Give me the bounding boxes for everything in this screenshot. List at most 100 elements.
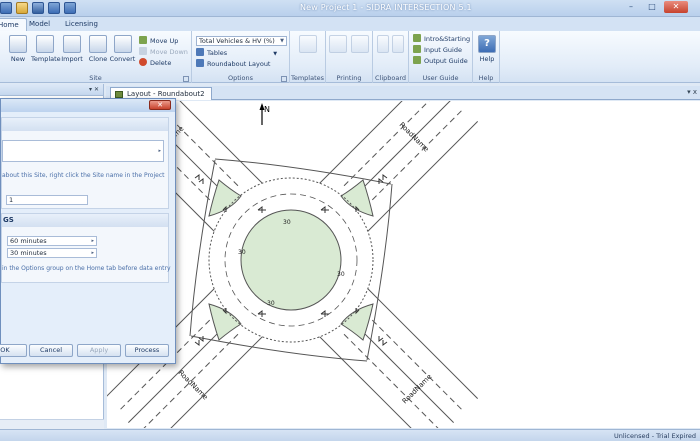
move-up-button[interactable]: Move Up (139, 36, 178, 47)
dialog-section-site: ▸ about this Site, right click the Site … (1, 117, 169, 209)
window-controls: – □ ✕ (622, 1, 688, 13)
license-status: Unlicensed - Trial Expired (613, 432, 696, 440)
paste-icon (392, 35, 404, 53)
lane-width-label: 30 (238, 249, 246, 256)
site-dialog-launcher[interactable] (183, 76, 189, 82)
lane-width-label: 30 (337, 271, 345, 278)
dialog-section-period: GS 60 minutes ▸ 30 minutes ▸ in the Option… (1, 213, 171, 283)
road-name-sw: RoadName (177, 369, 210, 402)
cancel-button[interactable]: Cancel (29, 344, 73, 357)
user-guide-group-label: User Guide (422, 74, 459, 82)
delete-icon (139, 58, 147, 66)
templates-button[interactable] (296, 35, 320, 55)
status-bar: Unlicensed - Trial Expired (0, 429, 700, 441)
printing-group: Printing (326, 31, 373, 83)
section-header (2, 118, 168, 131)
options-hint: in the Options group on the Home tab bef… (2, 265, 171, 272)
apply-button[interactable]: Apply (77, 344, 121, 357)
paste-button[interactable] (391, 35, 405, 55)
close-button[interactable]: ✕ (664, 1, 688, 13)
close-tab-icon[interactable]: x (693, 88, 697, 96)
layout-icon (115, 91, 123, 98)
templates-group: Templates (290, 31, 326, 83)
ribbon-tab-row: Home Model Licensing (0, 17, 700, 31)
help-group-label: Help (478, 74, 494, 82)
open-folder-icon[interactable] (16, 2, 28, 14)
roundabout-layout-button[interactable]: Roundabout Layout (196, 59, 270, 70)
output-guide-button[interactable]: Output Guide (413, 56, 468, 67)
move-down-icon (139, 47, 147, 55)
document-tab-strip: Layout - Roundabout2 ▾ x (106, 86, 700, 100)
settings-icon[interactable] (48, 2, 60, 14)
help-question-icon: ? (478, 35, 496, 53)
dialog-close-button[interactable]: ✕ (149, 100, 171, 110)
app-menu-icon[interactable] (0, 2, 12, 14)
options-dialog-launcher[interactable] (281, 76, 287, 82)
move-down-button[interactable]: Move Down (139, 47, 188, 58)
title-bar: New Project 1 - SIDRA INTERSECTION 5.1 –… (0, 0, 700, 17)
template-icon (36, 35, 54, 53)
import-button[interactable]: Import (60, 35, 84, 63)
pin-icon[interactable]: ▾ ✕ (89, 86, 99, 93)
delete-button[interactable]: Delete (139, 58, 171, 69)
clipboard-group: Clipboard (373, 31, 409, 83)
site-id-field[interactable]: 1 (6, 195, 88, 205)
table-icon (196, 48, 204, 56)
period-select[interactable]: 60 minutes ▸ (7, 236, 97, 246)
quick-access-toolbar (0, 2, 76, 14)
north-arrow: N (259, 103, 270, 125)
dropdown-arrow-icon: ▸ (91, 250, 94, 256)
layout-icon (196, 59, 204, 67)
save-icon[interactable] (32, 2, 44, 14)
template-button[interactable]: Template (31, 35, 61, 63)
site-title-field[interactable]: ▸ (2, 140, 164, 162)
copy-button[interactable] (376, 35, 390, 55)
clone-icon (89, 35, 107, 53)
window-title: New Project 1 - SIDRA INTERSECTION 5.1 (300, 3, 472, 12)
print-preview-button[interactable] (350, 35, 370, 55)
convert-icon (113, 35, 132, 53)
templates-group-label: Templates (290, 74, 325, 82)
vehicles-select[interactable]: Total Vehicles & HV (%) ▼ (196, 36, 287, 46)
print-button[interactable] (328, 35, 348, 55)
guide-book-icon (413, 45, 421, 53)
clipboard-group-label: Clipboard (374, 74, 407, 82)
help-button[interactable]: ? Help (475, 35, 499, 63)
road-name-se: RoadName (401, 373, 434, 406)
document-tab-controls[interactable]: ▾ x (687, 88, 697, 96)
horizontal-scrollbar[interactable] (0, 419, 104, 429)
ribbon: New Template Import Clone Convert Move U… (0, 31, 700, 83)
north-label: N (264, 105, 270, 114)
options-group-label: Options (227, 74, 254, 82)
roundabout-drawing: N 30 30 30 30 RoadName RoadName RoadName (107, 101, 479, 428)
peak-select[interactable]: 30 minutes ▸ (7, 248, 97, 258)
dialog-title-bar: ✕ (1, 99, 175, 112)
help-circle-icon[interactable] (64, 2, 76, 14)
process-button[interactable]: Process (125, 344, 169, 357)
convert-button[interactable]: Convert (109, 35, 136, 63)
central-island (240, 209, 342, 311)
clone-button[interactable]: Clone (86, 35, 110, 63)
tables-select[interactable]: Tables ▼ (196, 48, 277, 59)
layout-canvas[interactable]: N 30 30 30 30 RoadName RoadName RoadName (107, 101, 700, 428)
intro-starting-button[interactable]: Intro&Starting (413, 34, 470, 45)
printer-icon (329, 35, 347, 53)
new-button[interactable]: New (6, 35, 30, 63)
new-site-icon (9, 35, 27, 53)
copy-icon (377, 35, 389, 53)
ok-button[interactable]: OK (0, 344, 27, 357)
tab-licensing[interactable]: Licensing (58, 18, 105, 31)
expand-arrow-icon: ▸ (158, 148, 161, 154)
import-icon (63, 35, 81, 53)
site-group: New Template Import Clone Convert Move U… (0, 31, 192, 83)
section-header-period: GS (2, 214, 168, 227)
minimize-button[interactable]: – (622, 1, 640, 13)
input-guide-button[interactable]: Input Guide (413, 45, 462, 56)
tab-list-icon[interactable]: ▾ (687, 88, 691, 96)
tab-model[interactable]: Model (22, 18, 57, 31)
project-panel-header: ▾ ✕ (0, 84, 103, 96)
maximize-button[interactable]: □ (643, 1, 661, 13)
dropdown-arrow-icon: ▼ (273, 51, 278, 57)
dropdown-arrow-icon: ▸ (91, 238, 94, 244)
lane-width-label: 30 (267, 300, 275, 307)
